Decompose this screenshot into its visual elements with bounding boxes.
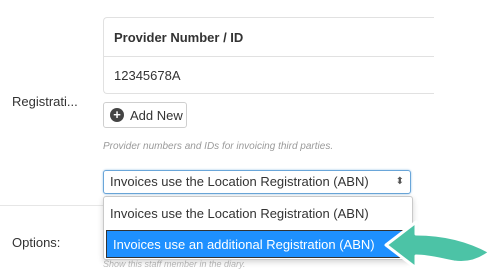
section-divider — [0, 205, 110, 206]
options-label: Options: — [12, 235, 61, 250]
add-new-label: Add New — [130, 107, 183, 123]
arrow-pointer-icon — [384, 220, 492, 270]
options-help-text: Show this staff member in the diary. — [103, 259, 246, 269]
provider-number-header: Provider Number / ID — [114, 30, 244, 45]
provider-number-table: Provider Number / ID 12345678A — [103, 17, 434, 94]
table-divider — [104, 56, 434, 57]
dropdown-option-additional-registration[interactable]: Invoices use an additional Registration … — [106, 230, 410, 258]
provider-help-text: Provider numbers and IDs for invoicing t… — [103, 141, 334, 152]
add-new-button[interactable]: + Add New — [103, 102, 187, 128]
registration-select-value: Invoices use the Location Registration (… — [110, 174, 369, 189]
dropdown-option-location-registration[interactable]: Invoices use the Location Registration (… — [104, 200, 412, 228]
provider-number-cell[interactable]: 12345678A — [114, 68, 181, 83]
registration-label: Registrati... — [12, 94, 78, 109]
registration-select[interactable]: Invoices use the Location Registration (… — [103, 170, 411, 194]
registration-dropdown: Invoices use the Location Registration (… — [103, 196, 413, 260]
chevron-updown-icon: ⬍ — [395, 176, 404, 187]
plus-circle-icon: + — [110, 108, 124, 122]
page: Registrati... Provider Number / ID 12345… — [0, 0, 500, 277]
